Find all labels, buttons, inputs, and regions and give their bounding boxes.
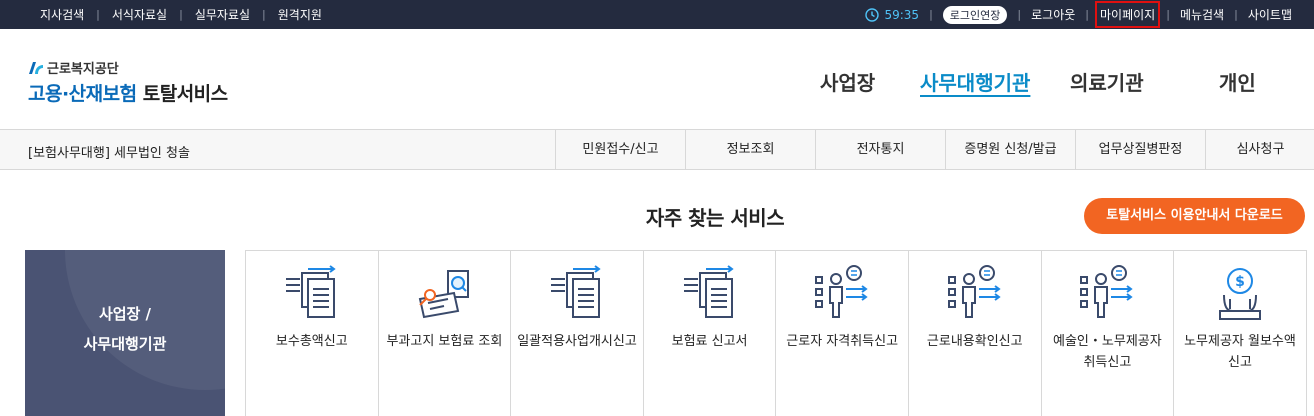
submenu-review-request[interactable]: 심사청구: [1205, 130, 1314, 170]
frequent-services-list: 보수총액신고 부과고지 보험료 조회 일괄적용사업개시신고 보험료 신고서 근로…: [245, 250, 1307, 416]
mypage-link[interactable]: 마이페이지: [1095, 1, 1161, 28]
extend-login-button[interactable]: 로그인연장: [942, 5, 1008, 24]
service-label: 예술인・노무제공자 취득신고: [1053, 334, 1162, 370]
service-label: 일괄적용사업개시신고: [517, 334, 637, 349]
service-item[interactable]: 보수총액신고: [246, 251, 379, 416]
money-bag-icon: $: [1218, 268, 1261, 320]
utility-links: 지사검색 | 서식자료실 | 실무자료실 | 원격지원: [28, 0, 334, 29]
nav-individual[interactable]: 개인: [1219, 67, 1256, 96]
submenu-info-inquiry[interactable]: 정보조회: [685, 130, 815, 170]
service-item[interactable]: 근로자 자격취득신고: [776, 251, 909, 416]
service-label: 근로자 자격취득신고: [786, 334, 899, 349]
document-arrows-icon: [285, 265, 336, 318]
category-panel[interactable]: 사업장 / 사무대행기관: [25, 250, 225, 416]
service-item[interactable]: 보험료 신고서: [644, 251, 777, 416]
remote-support-link[interactable]: 원격지원: [266, 6, 334, 23]
category-label-line2: 사무대행기관: [83, 335, 167, 353]
person-list-icon: [815, 265, 868, 318]
sitemap-link[interactable]: 사이트맵: [1238, 6, 1302, 23]
person-list-icon: [1080, 265, 1134, 318]
category-label: 사업장 / 사무대행기관: [25, 299, 225, 359]
agency-name-label: [보험사무대행] 세무법인 청솔: [28, 146, 190, 161]
site-header: 근로복지공단 고용·산재보험 토탈서비스 사업장 사무대행기관 의료기관 개인: [0, 29, 1314, 130]
branch-search-link[interactable]: 지사검색: [28, 6, 96, 23]
document-arrows-icon: [550, 265, 601, 318]
service-item[interactable]: $ 노무제공자 월보수액 신고: [1174, 251, 1307, 416]
clock-icon: [865, 7, 880, 22]
logout-link[interactable]: 로그아웃: [1021, 6, 1085, 23]
top-utility-bar: 지사검색 | 서식자료실 | 실무자료실 | 원격지원 59:35 | 로그인연…: [0, 0, 1314, 29]
nav-agency[interactable]: 사무대행기관: [920, 67, 1030, 96]
service-label: 근로내용확인신고: [926, 334, 1023, 349]
person-list-icon: [947, 265, 1001, 318]
submenu-civil-report[interactable]: 민원접수/신고: [555, 130, 685, 170]
service-item[interactable]: 일괄적용사업개시신고: [511, 251, 644, 416]
service-label: 노무제공자 월보수액 신고: [1184, 334, 1296, 370]
service-item[interactable]: 부과고지 보험료 조회: [379, 251, 512, 416]
service-label: 부과고지 보험료 조회: [386, 334, 503, 349]
practice-library-link[interactable]: 실무자료실: [183, 6, 262, 23]
service-item[interactable]: 예술인・노무제공자 취득신고: [1042, 251, 1175, 416]
document-search-icon: [419, 270, 470, 319]
submenu-e-notice[interactable]: 전자통지: [815, 130, 945, 170]
submenu-disease-judgment[interactable]: 업무상질병판정: [1075, 130, 1205, 170]
service-item[interactable]: 근로내용확인신고: [909, 251, 1042, 416]
service-label: 보험료 신고서: [671, 334, 748, 349]
submenu-certificate[interactable]: 증명원 신청/발급: [945, 130, 1075, 170]
session-timer: 59:35: [855, 8, 929, 22]
global-nav: 사업장 사무대행기관 의료기관 개인: [0, 67, 1314, 96]
category-label-line1: 사업장 /: [98, 305, 152, 323]
service-label: 보수총액신고: [275, 334, 348, 349]
separator: |: [1085, 8, 1090, 21]
svg-text:$: $: [1235, 274, 1245, 290]
account-links: 59:35 | 로그인연장 | 로그아웃 | 마이페이지 | 메뉴검색 | 사이…: [855, 0, 1302, 29]
guide-download-button[interactable]: 토탈서비스 이용안내서 다운로드: [1084, 198, 1305, 234]
nav-workplace[interactable]: 사업장: [820, 67, 875, 96]
sub-menu-list: 민원접수/신고 정보조회 전자통지 증명원 신청/발급 업무상질병판정 심사청구: [555, 130, 1314, 170]
sub-nav-bar: [보험사무대행] 세무법인 청솔 민원접수/신고 정보조회 전자통지 증명원 신…: [0, 130, 1314, 170]
timer-value: 59:35: [884, 7, 920, 22]
separator: |: [929, 8, 933, 21]
forms-library-link[interactable]: 서식자료실: [100, 6, 179, 23]
nav-medical[interactable]: 의료기관: [1070, 67, 1144, 96]
document-arrows-icon: [683, 265, 734, 318]
menu-search-link[interactable]: 메뉴검색: [1170, 6, 1234, 23]
